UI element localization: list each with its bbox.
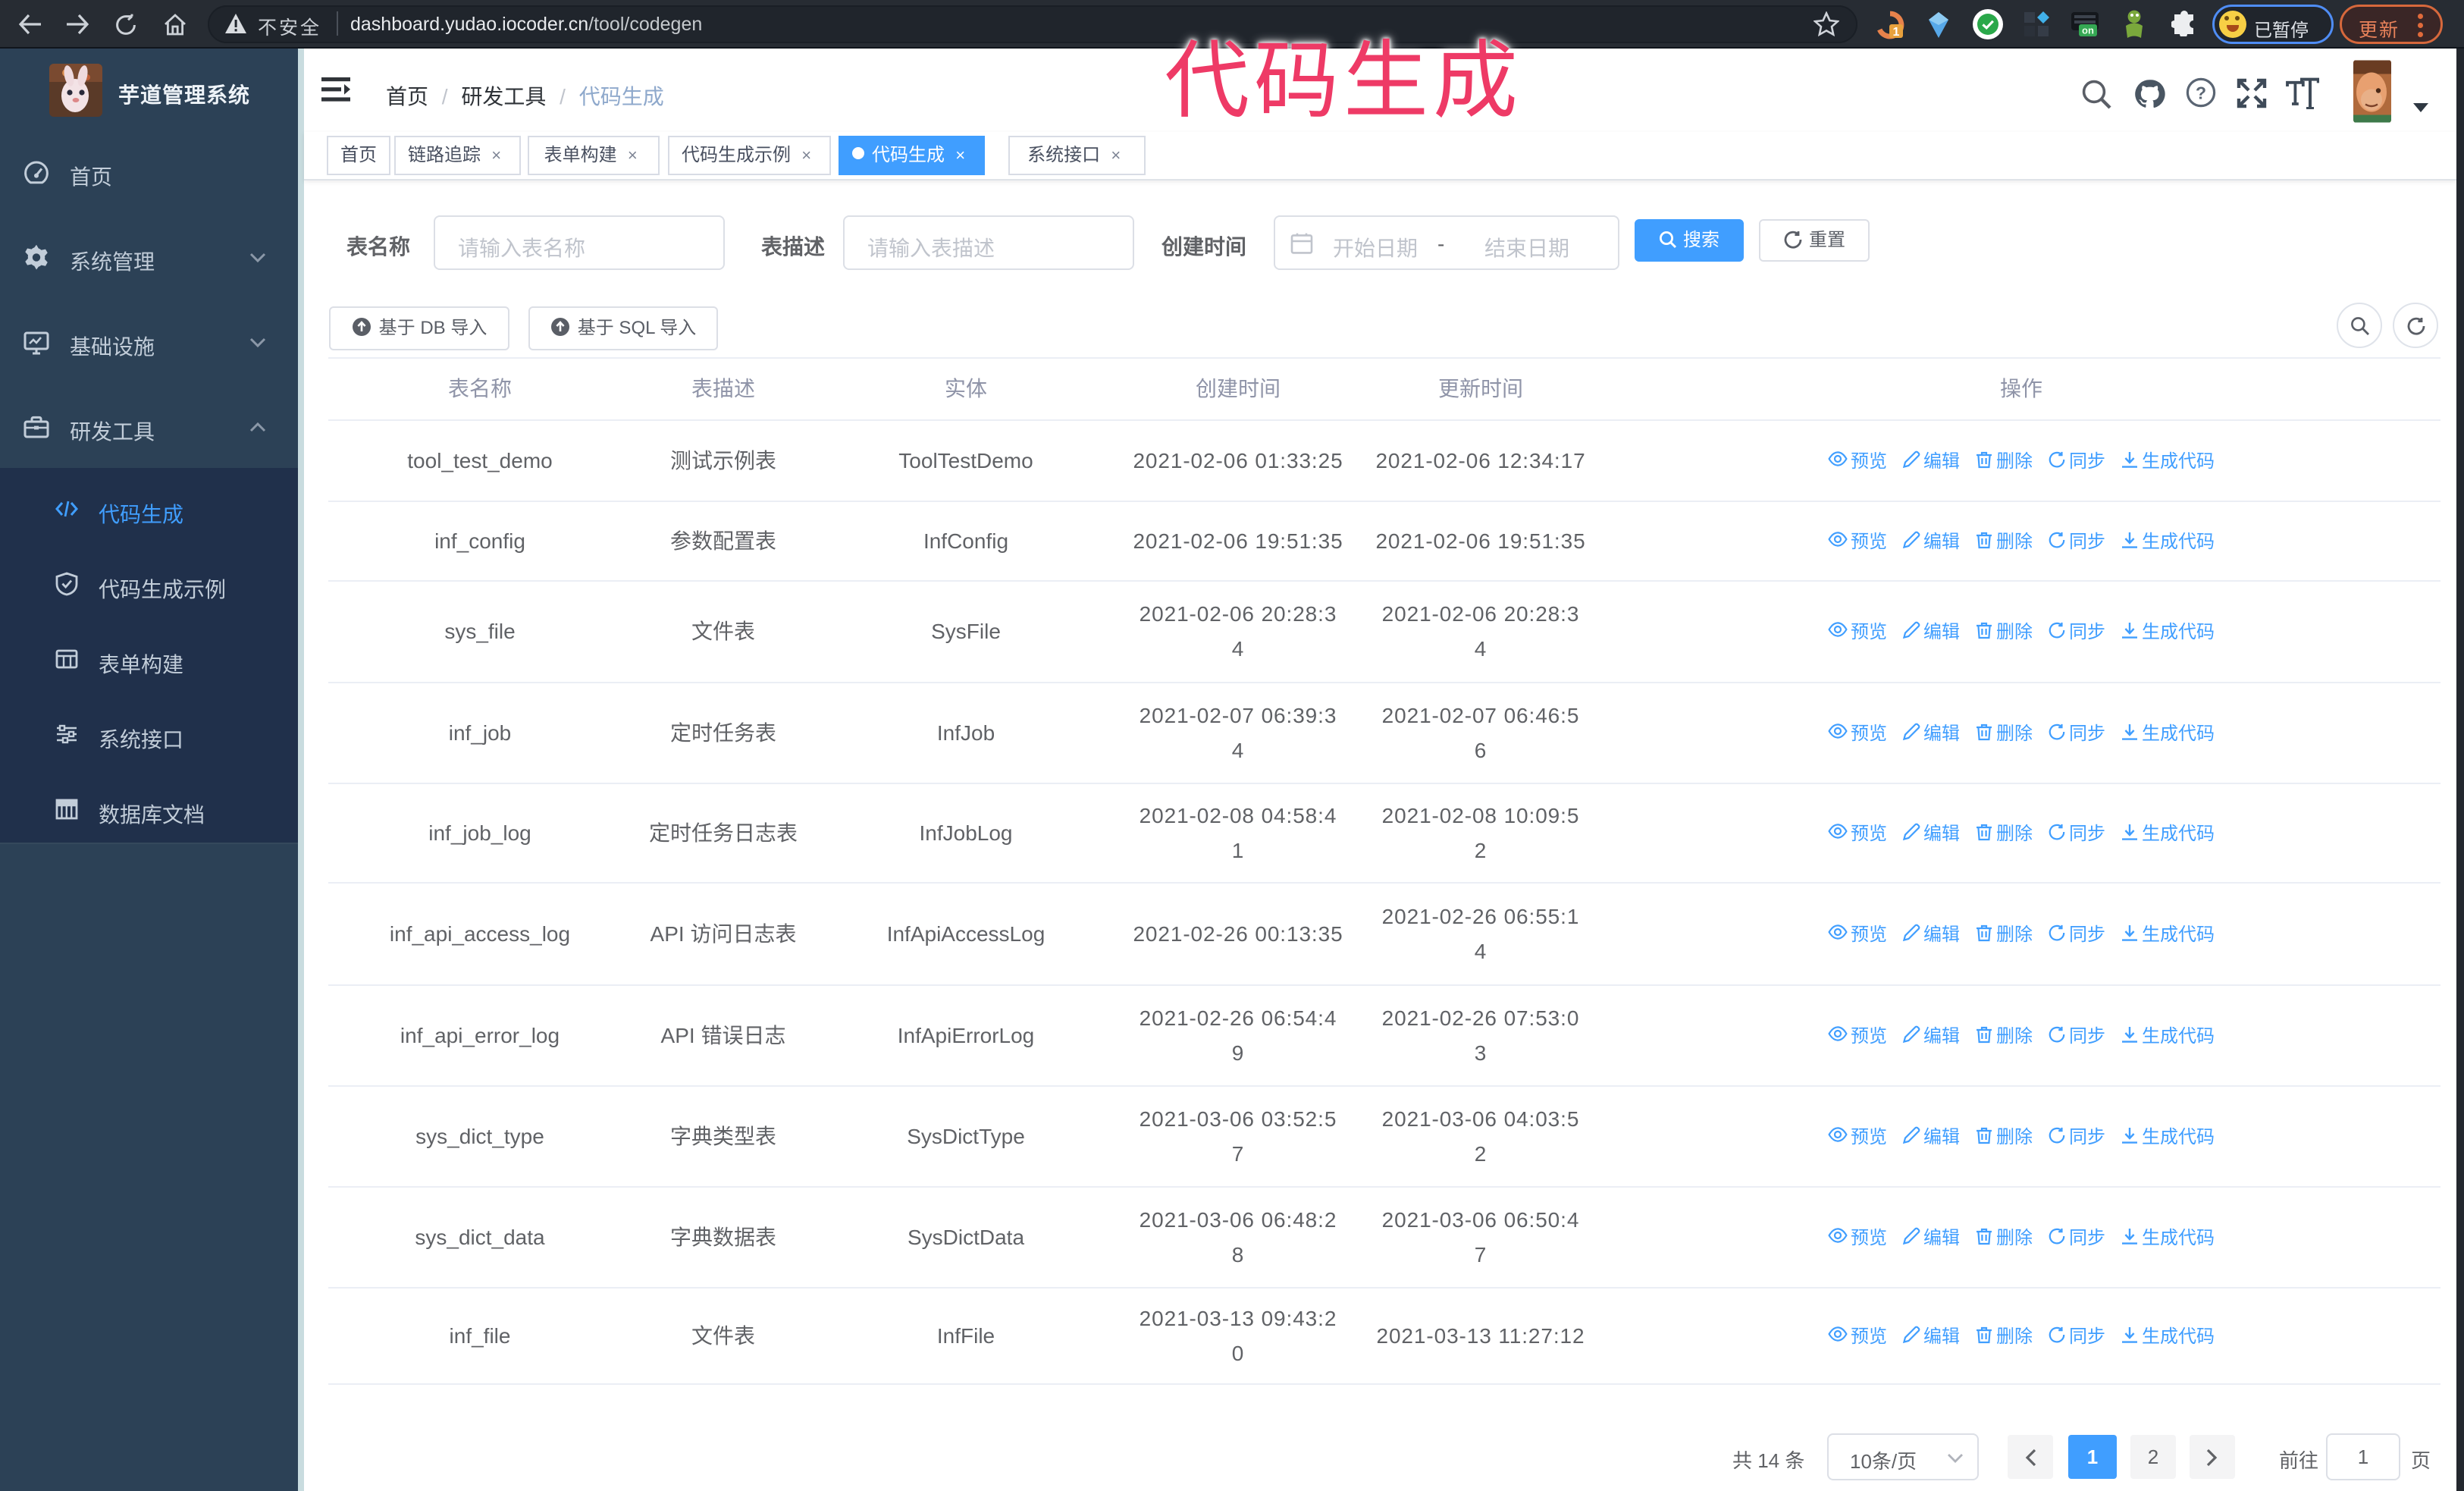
svg-text:1: 1: [1893, 26, 1900, 39]
svg-text:on: on: [2082, 25, 2094, 36]
svg-text:?: ?: [2196, 83, 2206, 102]
